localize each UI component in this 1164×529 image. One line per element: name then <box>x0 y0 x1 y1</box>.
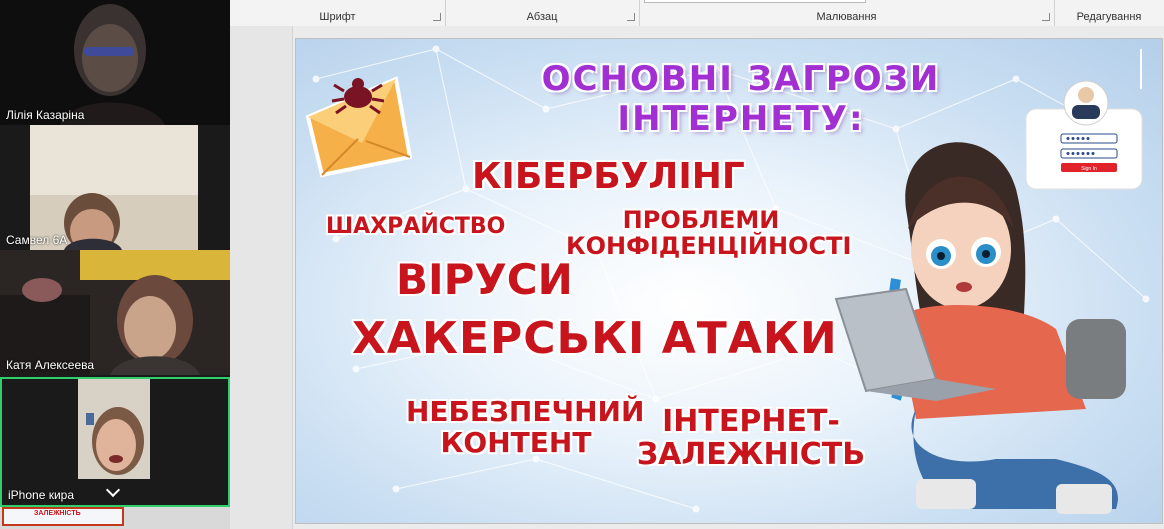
threat-internet-addiction-line1: ІНТЕРНЕТ- <box>662 404 840 439</box>
threat-dangerous-content: НЕБЕЗПЕЧНИЙ КОНТЕНТ <box>406 395 645 459</box>
threat-cyberbullying: КІБЕРБУЛІНГ <box>472 156 745 197</box>
threat-privacy-line1: ПРОБЛЕМИ <box>622 206 780 234</box>
video-tile-active-speaker[interactable]: iPhone кира <box>0 377 230 507</box>
threat-fraud: ШАХРАЙСТВО <box>326 214 506 239</box>
ribbon-group-font[interactable]: Шрифт <box>230 0 446 26</box>
font-dialog-launcher-icon[interactable] <box>433 13 441 21</box>
threat-privacy-line2: КОНФІДЕНЦІЙНОСТІ <box>566 232 852 261</box>
participant-name: Лілія Казаріна <box>6 108 85 122</box>
drawing-dialog-launcher-icon[interactable] <box>1042 13 1050 21</box>
envelope-bug-icon <box>305 76 413 178</box>
participant-name: Катя Алексеева <box>6 358 95 372</box>
participant-video <box>0 0 230 125</box>
ribbon-group-editing-label: Редагування <box>1076 11 1142 23</box>
threat-hacker-attacks: ХАКЕРСЬКІ АТАКИ <box>352 313 838 364</box>
girl-with-laptop-illustration <box>834 142 1126 514</box>
ribbon-group-editing[interactable]: Редагування <box>1054 0 1164 26</box>
threat-dangerous-content-line2: КОНТЕНТ <box>440 425 592 459</box>
ribbon-group-paragraph[interactable]: Абзац <box>445 0 640 26</box>
ribbon-group-drawing-label: Малювання <box>816 11 877 23</box>
slide-thumbnail[interactable]: ЗАЛЕЖНІСТЬ <box>2 507 124 526</box>
participant-video <box>0 250 230 375</box>
slide-thumbnail-strip[interactable] <box>230 26 293 529</box>
threat-internet-addiction-line2: ЗАЛЕЖНІСТЬ <box>636 437 866 472</box>
ribbon: Шрифт Абзац Малювання Редагування <box>230 0 1164 27</box>
participant-video <box>0 125 230 250</box>
participant-name: Самвел 6А <box>6 233 68 247</box>
ribbon-group-paragraph-label: Абзац <box>526 11 558 23</box>
video-tile[interactable]: Лілія Казаріна <box>0 0 230 125</box>
threat-internet-addiction: ІНТЕРНЕТ- ЗАЛЕЖНІСТЬ <box>636 405 866 471</box>
participant-name: iPhone кира <box>8 488 74 502</box>
threat-viruses: ВІРУСИ <box>396 255 573 304</box>
slide-thumbnail-text: ЗАЛЕЖНІСТЬ <box>34 510 81 517</box>
video-tile[interactable]: Самвел 6А <box>0 125 230 250</box>
paragraph-dialog-launcher-icon[interactable] <box>627 13 635 21</box>
current-slide[interactable]: Sign In ОСНОВНІ ЗАГРОЗИ ІНТЕРНЕТУ: КІБЕР… <box>295 38 1163 524</box>
sign-in-button-label: Sign In <box>1081 166 1097 172</box>
slide-thumbnail-panel: ЗАЛЕЖНІСТЬ <box>0 507 230 529</box>
ribbon-group-font-label: Шрифт <box>319 11 356 23</box>
threat-dangerous-content-line1: НЕБЕЗПЕЧНИЙ <box>406 395 645 428</box>
ribbon-group-drawing[interactable]: Малювання <box>639 0 1055 26</box>
slide-scrollbar[interactable] <box>1140 49 1142 89</box>
threat-privacy: ПРОБЛЕМИ КОНФІДЕНЦІЙНОСТІ <box>566 206 852 261</box>
shapes-gallery[interactable] <box>644 0 866 3</box>
video-tile[interactable]: Катя Алексеева <box>0 250 230 375</box>
video-gallery: Лілія Казаріна Самвел 6А Катя Алексеева <box>0 0 230 507</box>
slide-title: ОСНОВНІ ЗАГРОЗИ ІНТЕРНЕТУ: <box>541 59 941 139</box>
